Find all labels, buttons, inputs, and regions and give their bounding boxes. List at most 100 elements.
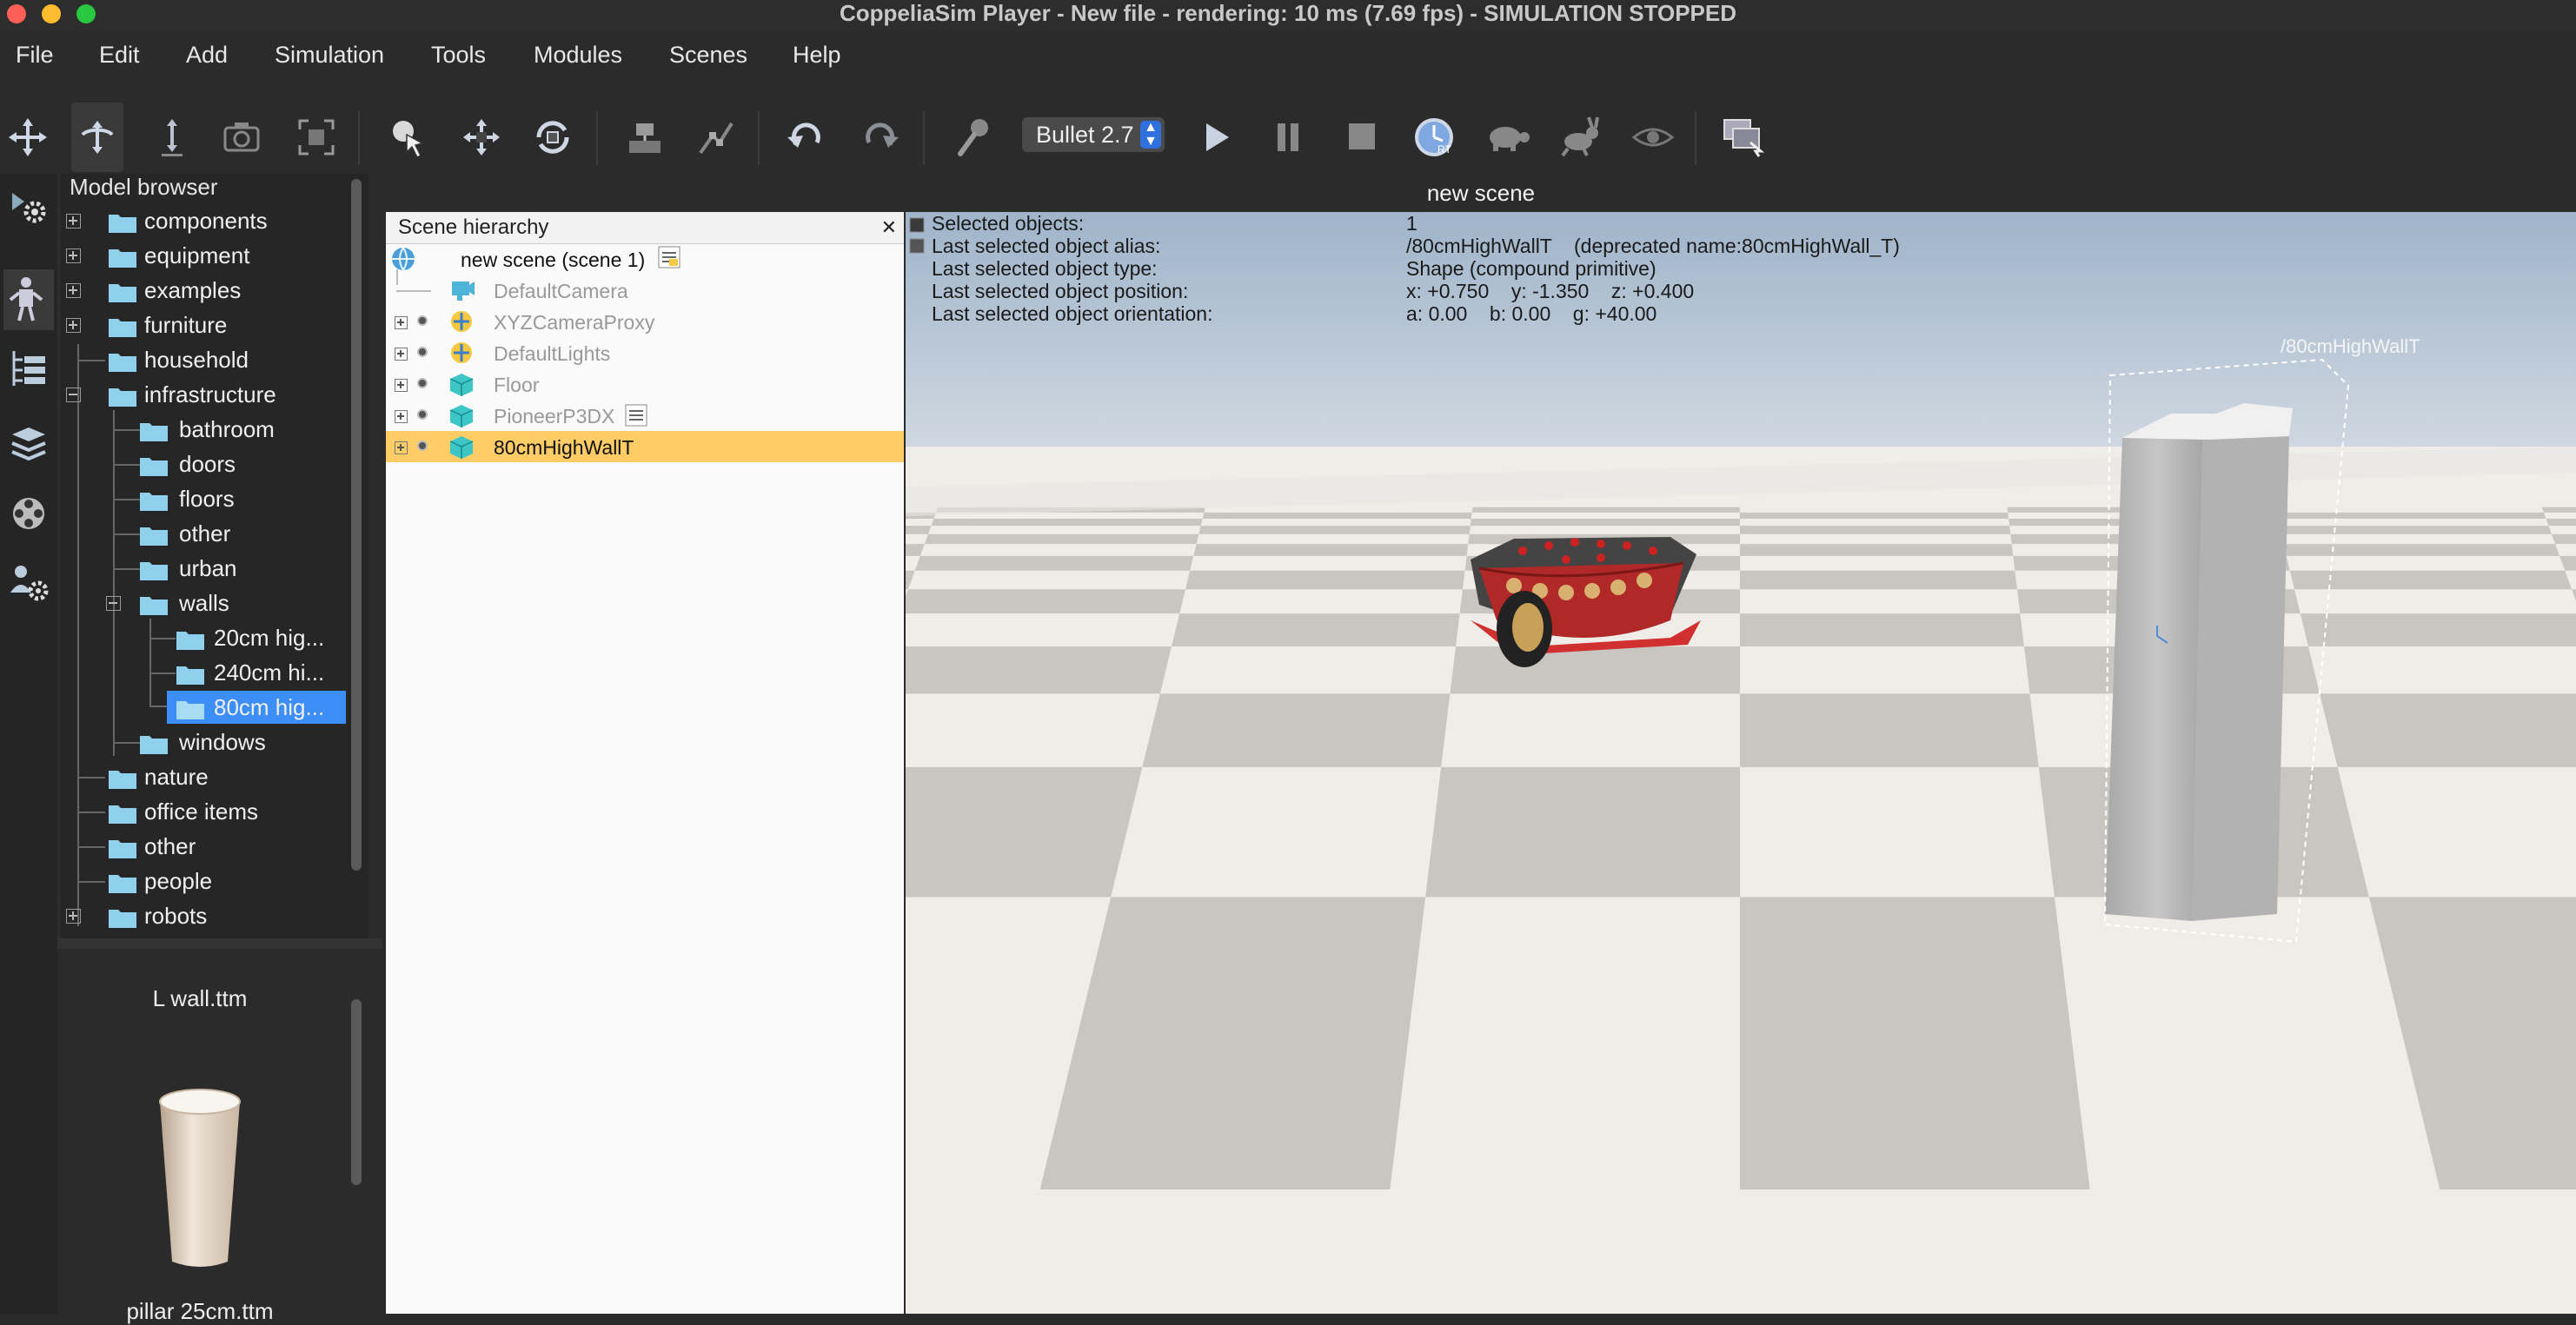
visibility-dot-icon[interactable] <box>417 378 428 388</box>
menu-modules[interactable]: Modules <box>534 42 622 69</box>
visibility-dot-icon[interactable] <box>417 409 428 420</box>
hierarchy-item-scene-root[interactable]: new scene (scene 1) <box>386 243 904 275</box>
shape-icon <box>449 436 474 459</box>
camera-icon[interactable] <box>216 103 268 172</box>
tree-item-windows[interactable]: windows <box>139 725 344 759</box>
hierarchy-item-80cm-high-wall-t[interactable]: 80cmHighWallT <box>386 431 904 462</box>
menu-simulation[interactable]: Simulation <box>275 42 384 69</box>
expand-icon[interactable] <box>66 283 81 298</box>
model-thumbnail-label[interactable]: pillar 25cm.ttm <box>61 1298 339 1325</box>
tree-item-office-items[interactable]: office items <box>66 795 344 828</box>
tree-item-floors[interactable]: floors <box>139 482 344 515</box>
tree-item-equipment[interactable]: equipment <box>66 239 344 272</box>
tree-item-robots[interactable]: robots <box>66 899 344 932</box>
move-view-icon[interactable] <box>2 103 54 172</box>
visualization-icon[interactable] <box>1627 103 1679 172</box>
shift-view-icon[interactable] <box>146 103 198 172</box>
pillar-thumbnail-image[interactable] <box>148 1086 252 1275</box>
tree-item-people[interactable]: people <box>66 865 344 898</box>
simulation-settings-icon[interactable] <box>3 176 54 236</box>
tree-item-nature[interactable]: nature <box>66 760 344 793</box>
pause-icon[interactable] <box>1262 103 1314 172</box>
layers-icon[interactable] <box>3 412 54 473</box>
tree-item-other[interactable]: other <box>66 830 344 863</box>
info-toggle-icon[interactable] <box>909 217 925 233</box>
hierarchy-item-pioneer-p3dx[interactable]: PioneerP3DX <box>386 400 904 431</box>
tree-item-infrastructure[interactable]: infrastructure <box>66 378 344 411</box>
tree-item-furniture[interactable]: furniture <box>66 308 344 341</box>
scene-hierarchy-icon[interactable] <box>3 339 54 400</box>
translate-object-icon[interactable] <box>455 103 508 172</box>
tree-item-components[interactable]: components <box>66 204 344 237</box>
expand-icon[interactable] <box>395 316 408 329</box>
expand-icon[interactable] <box>66 248 81 263</box>
tree-item-240cm-walls[interactable]: 240cm hi... <box>174 656 344 689</box>
menu-scenes[interactable]: Scenes <box>669 42 747 69</box>
close-icon[interactable]: ✕ <box>881 212 897 243</box>
collapse-icon[interactable] <box>66 388 81 402</box>
expand-icon[interactable] <box>395 348 408 361</box>
floor-tile <box>1202 512 1472 519</box>
video-recorder-icon[interactable] <box>3 483 54 544</box>
expand-icon[interactable] <box>395 410 408 423</box>
menu-file[interactable]: File <box>16 42 54 69</box>
tree-item-80cm-walls[interactable]: 80cm hig... <box>167 691 346 724</box>
page-selector-icon[interactable] <box>1717 103 1769 172</box>
realtime-icon[interactable]: RT <box>1408 103 1460 172</box>
stop-icon[interactable] <box>1335 103 1387 172</box>
expand-icon[interactable] <box>66 909 81 924</box>
hierarchy-item-default-camera[interactable]: DefaultCamera <box>386 275 904 306</box>
model-browser-scrollbar[interactable] <box>351 179 362 871</box>
menu-tools[interactable]: Tools <box>431 42 486 69</box>
tree-item-examples[interactable]: examples <box>66 274 344 307</box>
tree-item-20cm-walls[interactable]: 20cm hig... <box>174 621 344 654</box>
robot-icon[interactable] <box>3 269 54 330</box>
menu-add[interactable]: Add <box>186 42 228 69</box>
redo-icon[interactable] <box>853 103 906 172</box>
play-icon[interactable] <box>1191 103 1243 172</box>
undo-icon[interactable] <box>780 103 833 172</box>
visibility-dot-icon[interactable] <box>417 441 428 451</box>
info-toggle-icon[interactable] <box>909 238 925 254</box>
user-settings-icon[interactable] <box>3 553 54 613</box>
assemble-icon[interactable] <box>619 103 671 172</box>
hierarchy-item-xyz-camera-proxy[interactable]: XYZCameraProxy <box>386 306 904 337</box>
rotate-object-icon[interactable] <box>527 103 579 172</box>
collapse-icon[interactable] <box>106 596 121 611</box>
floor-tile <box>1740 570 2018 590</box>
expand-icon[interactable] <box>66 214 81 229</box>
hierarchy-item-default-lights[interactable]: DefaultLights <box>386 337 904 368</box>
speed-up-icon[interactable] <box>1554 103 1606 172</box>
tree-item-urban[interactable]: urban <box>139 552 344 585</box>
tree-item-other-infra[interactable]: other <box>139 517 344 550</box>
script-icon[interactable] <box>624 403 648 427</box>
floor-tile <box>1740 544 2014 556</box>
hierarchy-item-floor[interactable]: Floor <box>386 368 904 400</box>
expand-icon[interactable] <box>395 379 408 392</box>
visibility-dot-icon[interactable] <box>417 315 428 326</box>
tree-item-household[interactable]: household <box>66 343 344 376</box>
dynamics-icon[interactable] <box>947 103 999 172</box>
physics-engine-select[interactable]: Bullet 2.7 ▲ ▼ <box>1022 117 1165 152</box>
floor-tile <box>906 589 1185 614</box>
model-thumbnail-label[interactable]: L wall.ttm <box>61 985 339 1012</box>
expand-icon[interactable] <box>66 318 81 333</box>
tree-item-doors[interactable]: doors <box>139 447 344 480</box>
rotate-view-icon[interactable] <box>71 103 123 172</box>
script-icon[interactable] <box>657 245 681 269</box>
scene-viewport[interactable]: /80cmHighWallT Selected objects: Last se… <box>906 212 2576 1314</box>
scene-3d-render[interactable]: /80cmHighWallT <box>906 212 2576 1314</box>
fit-view-icon[interactable] <box>290 103 342 172</box>
menu-help[interactable]: Help <box>793 42 841 69</box>
slow-down-icon[interactable] <box>1481 103 1533 172</box>
tree-item-bathroom[interactable]: bathroom <box>139 413 344 446</box>
visibility-dot-icon[interactable] <box>417 347 428 357</box>
dummy-icon <box>451 342 472 363</box>
expand-icon[interactable] <box>395 441 408 454</box>
path-edit-icon[interactable] <box>690 103 742 172</box>
menu-edit[interactable]: Edit <box>99 42 140 69</box>
preview-scrollbar[interactable] <box>351 999 362 1185</box>
select-icon[interactable] <box>382 103 435 172</box>
tree-item-walls[interactable]: walls <box>103 586 344 619</box>
panel-splitter[interactable] <box>57 938 382 949</box>
